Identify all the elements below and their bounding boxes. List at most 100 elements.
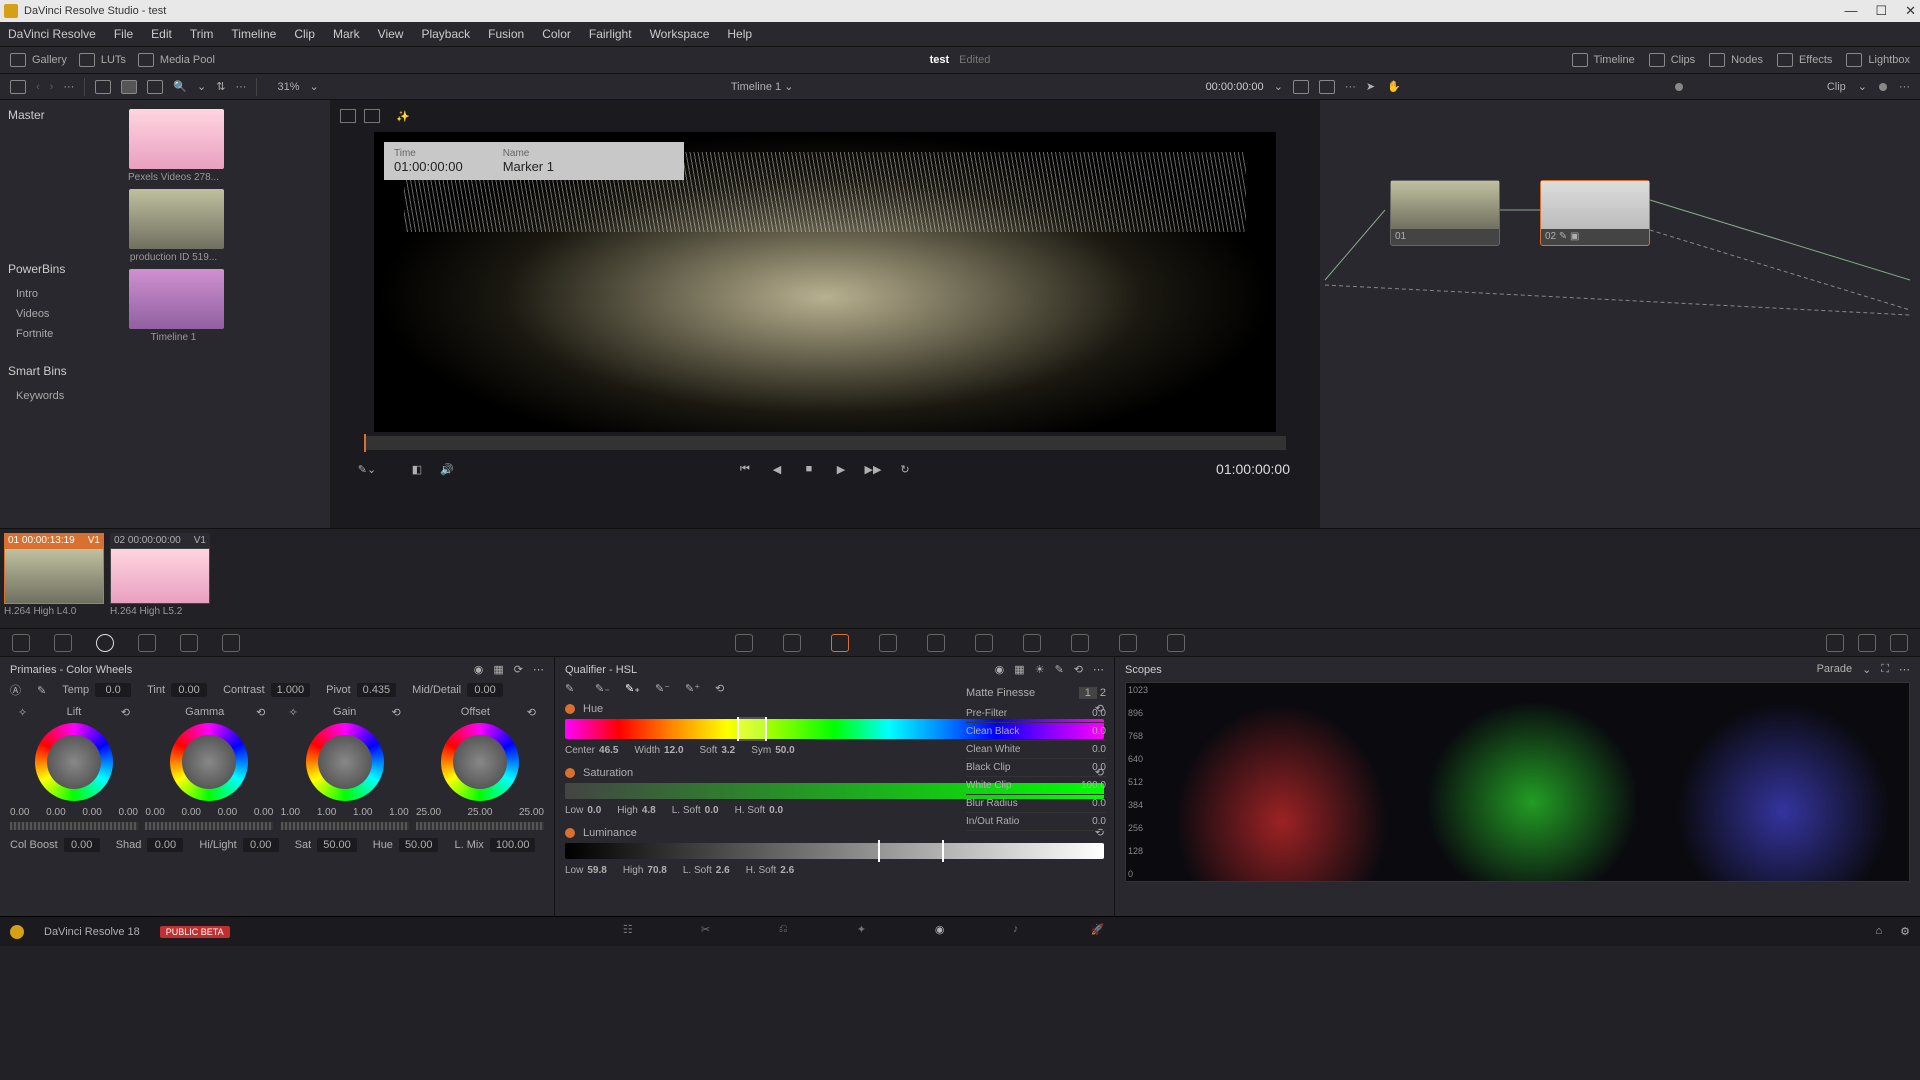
lum-lsoft[interactable]: 2.6	[716, 865, 730, 876]
key-icon[interactable]	[1071, 634, 1089, 652]
menu-item[interactable]: View	[378, 27, 404, 41]
clip-thumb[interactable]	[129, 189, 224, 249]
chevron-down-icon[interactable]: ⌄	[1274, 80, 1283, 93]
close-icon[interactable]: ✕	[1905, 3, 1916, 19]
qualifier-icon[interactable]	[831, 634, 849, 652]
effects-button[interactable]: Effects	[1777, 53, 1832, 67]
media-page-icon[interactable]: ☷	[623, 923, 641, 941]
clip-label[interactable]: Clip	[1827, 81, 1846, 93]
magic-icon[interactable]	[975, 634, 993, 652]
info-icon[interactable]	[1890, 634, 1908, 652]
rgb-icon[interactable]	[180, 634, 198, 652]
color-node[interactable]: 02 ✎ ▣	[1540, 180, 1650, 246]
scrubber[interactable]	[364, 436, 1286, 450]
viewer-mode-icon[interactable]	[340, 109, 356, 123]
sat-toggle[interactable]	[565, 768, 575, 778]
menu-item[interactable]: Color	[542, 27, 571, 41]
home-icon[interactable]: ⌂	[1875, 925, 1882, 938]
clips-button[interactable]: Clips	[1649, 53, 1695, 67]
node-graph[interactable]: 01 02 ✎ ▣	[1320, 100, 1920, 528]
3d-icon[interactable]	[1167, 634, 1185, 652]
tracking-icon[interactable]	[927, 634, 945, 652]
cleanblack-val[interactable]: 0.0	[1092, 726, 1106, 737]
picker-icon[interactable]: ✎⌄	[360, 462, 374, 476]
3d-icon[interactable]: ✎	[1055, 663, 1064, 676]
menu-item[interactable]: Fairlight	[589, 27, 632, 41]
keyframe-icon[interactable]	[1826, 634, 1844, 652]
lightbox-button[interactable]: Lightbox	[1846, 53, 1910, 67]
tab-1[interactable]: 1	[1079, 687, 1097, 699]
gallery-button[interactable]: Gallery	[10, 53, 67, 67]
bin-item[interactable]: Videos	[8, 304, 112, 324]
color-page-icon[interactable]: ◉	[935, 923, 953, 941]
inout-val[interactable]: 0.0	[1092, 816, 1106, 827]
mute-icon[interactable]: 🔊	[440, 462, 454, 476]
parade-scope[interactable]: 1023896768 640512384 2561280	[1125, 682, 1910, 882]
hsl-icon[interactable]: ◉	[995, 663, 1005, 676]
nav-back-icon[interactable]: ‹	[36, 81, 40, 93]
menu-item[interactable]: Timeline	[231, 27, 276, 41]
more3-icon[interactable]: ···	[1345, 81, 1356, 93]
powerbins-header[interactable]: PowerBins	[8, 262, 112, 276]
search-icon[interactable]: 🔍	[173, 80, 187, 93]
settings-icon[interactable]: ⚙	[1900, 925, 1910, 938]
bars-mode-icon[interactable]: ▦	[493, 663, 503, 676]
hue-toggle[interactable]	[565, 704, 575, 714]
lum-hsoft[interactable]: 2.6	[780, 865, 794, 876]
hand-icon[interactable]: ✋	[1387, 80, 1401, 93]
chevron-down-icon[interactable]: ⌄	[1858, 80, 1867, 93]
colboost-field[interactable]: 0.00	[64, 838, 100, 852]
loop-icon[interactable]: ↻	[898, 462, 912, 476]
timeline-name[interactable]: Timeline 1	[731, 81, 781, 93]
sat-low[interactable]: 0.0	[587, 805, 601, 816]
fusion-page-icon[interactable]: ✦	[857, 923, 875, 941]
hue-soft[interactable]: 3.2	[721, 745, 735, 756]
sizing-icon[interactable]	[1119, 634, 1137, 652]
menu-item[interactable]: Help	[727, 27, 752, 41]
picker-plus-icon[interactable]: ✎₊	[625, 682, 643, 696]
menu-item[interactable]: Clip	[294, 27, 315, 41]
chevron-down-icon[interactable]: ⌄	[197, 80, 206, 93]
menu-item[interactable]: Workspace	[650, 27, 710, 41]
bin-item[interactable]: Fortnite	[8, 324, 112, 344]
more-icon[interactable]: ⋯	[533, 663, 544, 676]
maximize-icon[interactable]: ☐	[1875, 3, 1887, 19]
picker-icon[interactable]: ✎	[37, 684, 46, 697]
more4-icon[interactable]: ···	[1899, 81, 1910, 93]
picker-add-icon[interactable]: ✎⁺	[685, 682, 703, 696]
hue-sym[interactable]: 50.0	[775, 745, 794, 756]
grid2-icon[interactable]	[121, 80, 137, 94]
shad-field[interactable]: 0.00	[147, 838, 183, 852]
wipe-icon[interactable]: ◧	[410, 462, 424, 476]
list-icon[interactable]	[147, 80, 163, 94]
blurradius-val[interactable]: 0.0	[1092, 798, 1106, 809]
menu-item[interactable]: Trim	[190, 27, 214, 41]
wheels-icon[interactable]	[96, 634, 114, 652]
master-label[interactable]: Master	[8, 108, 112, 122]
lum-strip[interactable]	[565, 843, 1104, 859]
offset-wheel[interactable]: Offset⟲ 25.0025.0025.00	[416, 706, 544, 830]
warper-icon[interactable]	[54, 634, 72, 652]
first-frame-icon[interactable]: ⏮	[738, 462, 752, 476]
viewer-image[interactable]: Time01:00:00:00 NameMarker 1	[374, 132, 1276, 432]
lift-wheel[interactable]: ✧Lift⟲ 0.000.000.000.00	[10, 706, 138, 830]
scope-mode[interactable]: Parade	[1817, 663, 1852, 676]
temp-field[interactable]: 0.0	[95, 683, 131, 697]
bin-item[interactable]: Intro	[8, 284, 112, 304]
reset-icon[interactable]: ⟲	[1074, 663, 1083, 676]
bypass-icon[interactable]	[1293, 80, 1309, 94]
clip-thumb[interactable]	[129, 109, 224, 169]
sat-field[interactable]: 50.00	[317, 838, 357, 852]
scopes-icon[interactable]	[1858, 634, 1876, 652]
more-icon[interactable]: ···	[63, 81, 74, 93]
fairlight-page-icon[interactable]: ♪	[1013, 923, 1031, 941]
sort-icon[interactable]: ⇅	[216, 80, 225, 93]
menu-item[interactable]: Edit	[151, 27, 172, 41]
invert-icon[interactable]: ⟲	[715, 682, 733, 696]
sat-lsoft[interactable]: 0.0	[705, 805, 719, 816]
lum-high[interactable]: 70.8	[647, 865, 666, 876]
rgb-icon[interactable]: ▦	[1014, 663, 1024, 676]
more-icon[interactable]: ⋯	[1899, 663, 1910, 676]
lum-icon[interactable]: ☀	[1035, 663, 1045, 676]
menu-item[interactable]: DaVinci Resolve	[8, 27, 96, 41]
